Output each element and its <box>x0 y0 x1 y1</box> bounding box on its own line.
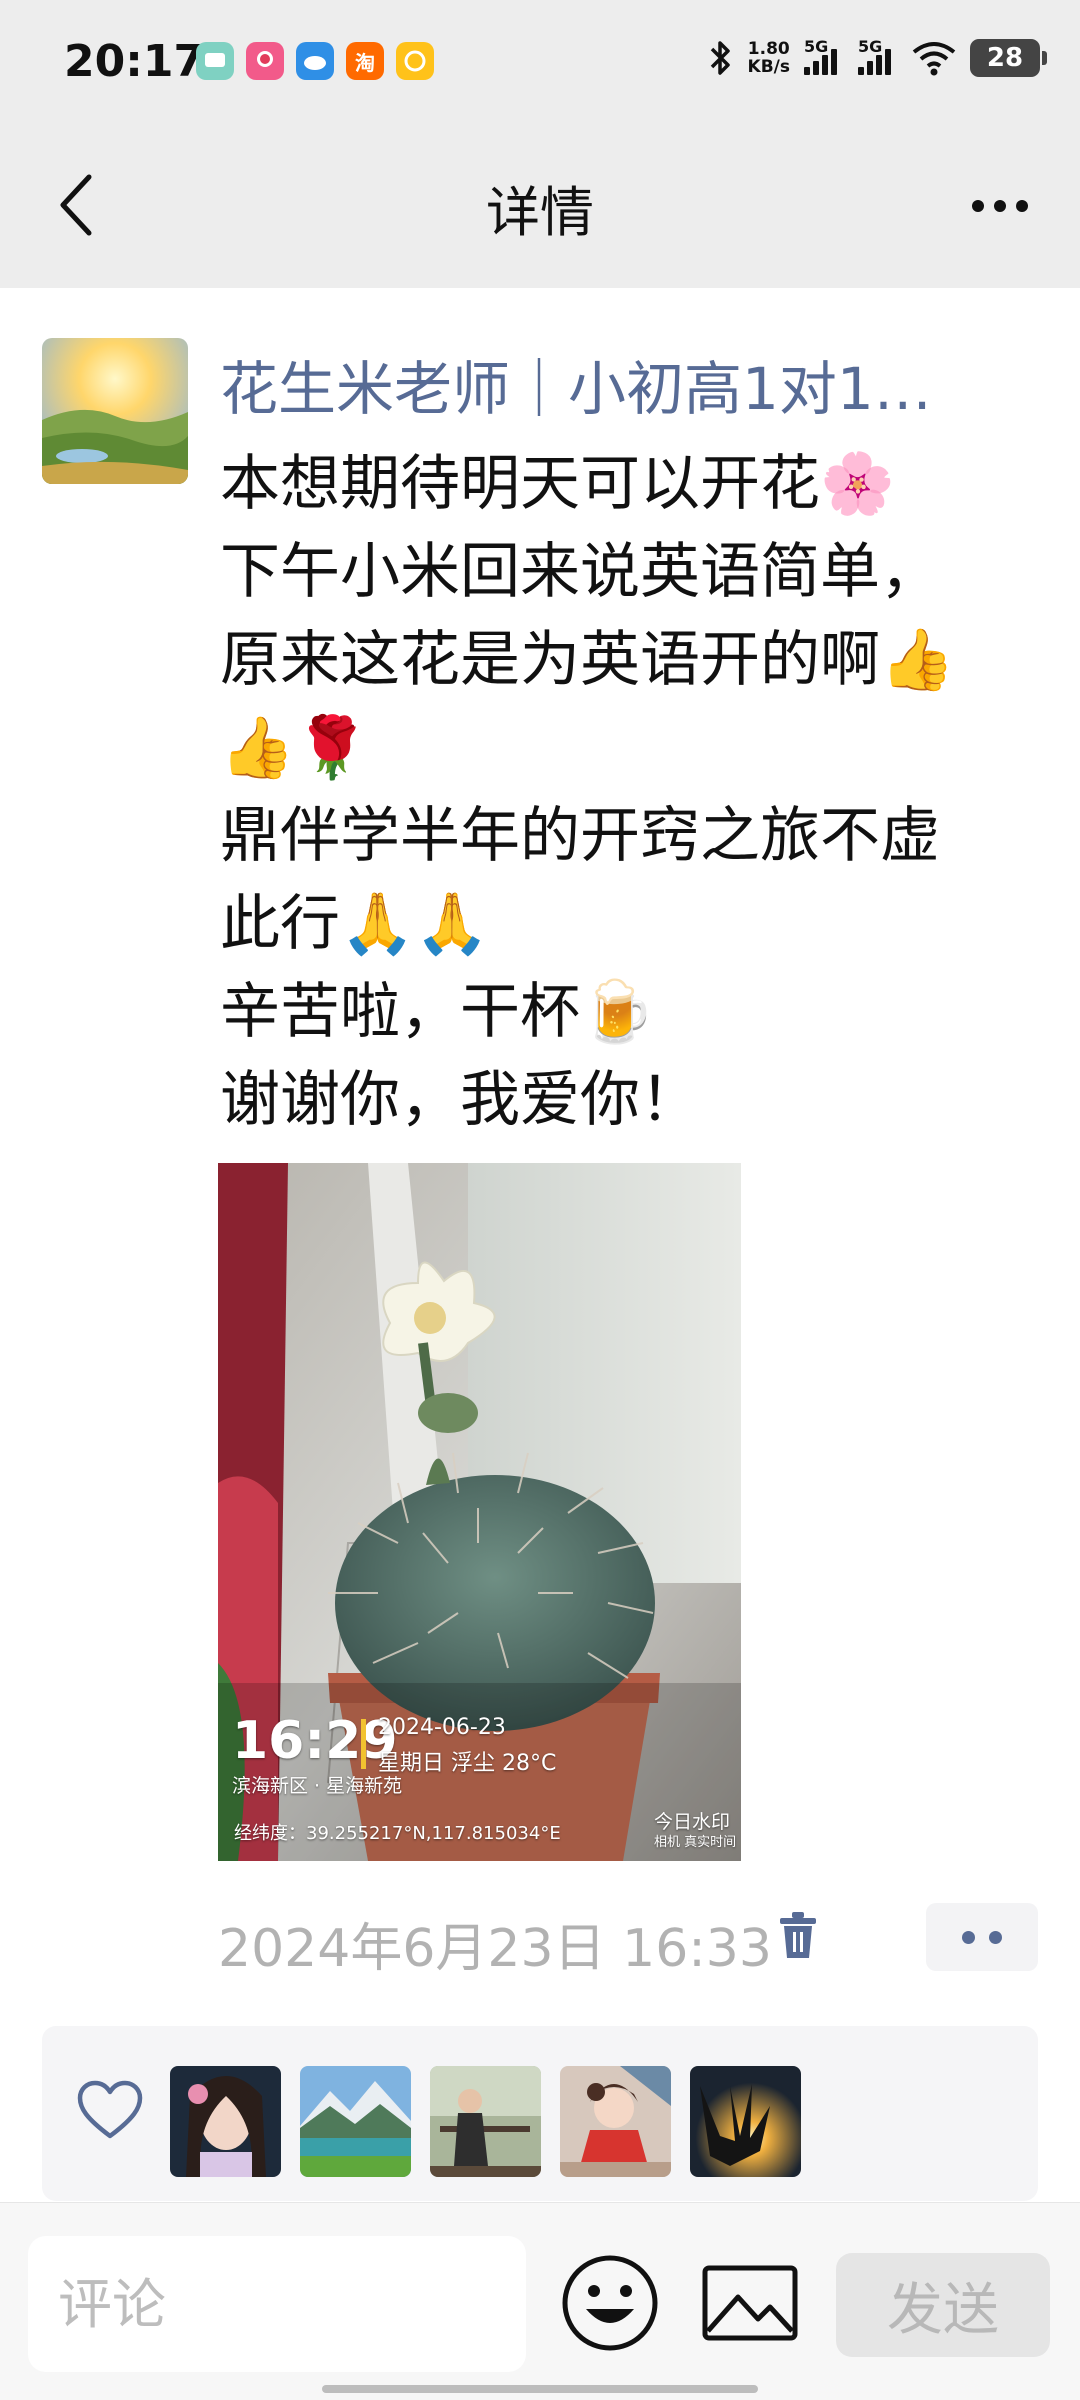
watermark-date: 2024-06-23 <box>378 1715 506 1740</box>
post-text-line: 本想期待明天可以开花🌸 <box>220 449 895 519</box>
cloud-app-icon <box>296 42 334 80</box>
heart-icon <box>77 2080 143 2139</box>
post-content: 本想期待明天可以开花🌸 下午小米回来说英语简单， 原来这花是为英语开的啊👍 👍🌹… <box>220 440 1020 1144</box>
post-text-line: 谢谢你，我爱你！ <box>220 1065 700 1135</box>
watermark-brand: 今日水印 <box>654 1811 731 1833</box>
status-time: 20:17 <box>64 36 205 87</box>
taobao-app-icon: 淘 <box>346 42 384 80</box>
status-bar: 20:17 淘 1.80 KB/s 5G 5G 28 <box>0 0 1080 126</box>
watermark-location: 滨海新区 · 星海新苑 <box>232 1775 403 1797</box>
bluetooth-icon <box>710 41 730 75</box>
trash-icon <box>780 1912 816 1958</box>
post-timestamp: 2024年6月23日 16:33 <box>218 1919 772 1979</box>
menu-dot-icon <box>962 1930 975 1944</box>
image-picker-button[interactable] <box>700 2263 800 2343</box>
menu-dot-icon <box>989 1930 1002 1944</box>
notification-app-icons: 淘 <box>196 42 434 80</box>
liker-avatar[interactable] <box>300 2066 411 2177</box>
more-dot-icon <box>972 200 984 212</box>
post-text-line: 原来这花是为英语开的啊👍 <box>220 625 955 695</box>
network-speed: 1.80 KB/s <box>748 40 790 76</box>
post-text-line: 下午小米回来说英语简单， <box>220 537 940 607</box>
comment-bar: 发送 <box>0 2202 1080 2400</box>
status-indicators: 1.80 KB/s 5G 5G 28 <box>708 37 1047 78</box>
more-dot-icon <box>1016 200 1028 212</box>
post-text-line: 👍🌹 <box>220 713 370 783</box>
delete-button[interactable] <box>778 1910 818 1960</box>
hand-app-icon <box>396 42 434 80</box>
post-text-line: 此行🙏🙏 <box>220 889 490 959</box>
author-avatar[interactable] <box>42 338 188 484</box>
liker-avatar[interactable] <box>430 2066 541 2177</box>
watermark-brand-sub: 相机 真实时间 <box>654 1835 737 1850</box>
watermark-time: 16:29 <box>232 1711 398 1771</box>
taobao-app-label: 淘 <box>355 50 375 75</box>
sim2-signal-icon: 5G <box>858 37 898 75</box>
smiley-icon <box>562 2255 658 2351</box>
image-icon <box>702 2265 798 2341</box>
page-title: 详情 <box>486 181 594 244</box>
network-speed-unit: KB/s <box>747 57 790 77</box>
message-app-icon <box>196 42 234 80</box>
wifi-icon <box>912 42 956 76</box>
liker-avatar[interactable] <box>560 2066 671 2177</box>
network-speed-value: 1.80 <box>747 39 790 59</box>
battery-level: 28 <box>986 43 1024 73</box>
avatar-app-icon <box>246 42 284 80</box>
likes-panel <box>42 2026 1038 2201</box>
like-comment-menu-button[interactable] <box>926 1903 1038 1971</box>
top-navigation-bar: 详情 <box>0 126 1080 288</box>
watermark-weather: 星期日 浮尘 28°C <box>378 1751 557 1776</box>
comment-input[interactable] <box>28 2236 526 2372</box>
send-button[interactable]: 发送 <box>836 2253 1050 2357</box>
battery-icon: 28 <box>970 39 1047 77</box>
sim2-label: 5G <box>858 37 883 56</box>
post-text-line: 辛苦啦，干杯🍺 <box>220 977 655 1047</box>
liker-avatar[interactable] <box>170 2066 281 2177</box>
post-text-line: 鼎伴学半年的开窍之旅不虚 <box>220 801 940 871</box>
watermark-coordinates: 经纬度：39.255217°N,117.815034°E <box>234 1823 561 1844</box>
sim1-signal-icon: 5G <box>804 37 844 75</box>
watermark-divider <box>361 1719 366 1769</box>
author-name-link[interactable]: 花生米老师｜小初高1对1… <box>220 342 1010 426</box>
more-options-button[interactable] <box>960 176 1040 236</box>
emoji-button[interactable] <box>560 2253 660 2353</box>
more-dot-icon <box>994 200 1006 212</box>
post-photo[interactable]: 16:29 2024-06-23 星期日 浮尘 28°C 滨海新区 · 星海新苑… <box>218 1163 741 1861</box>
liker-avatar[interactable] <box>690 2066 801 2177</box>
home-indicator[interactable] <box>322 2385 758 2393</box>
sim1-label: 5G <box>804 37 829 56</box>
